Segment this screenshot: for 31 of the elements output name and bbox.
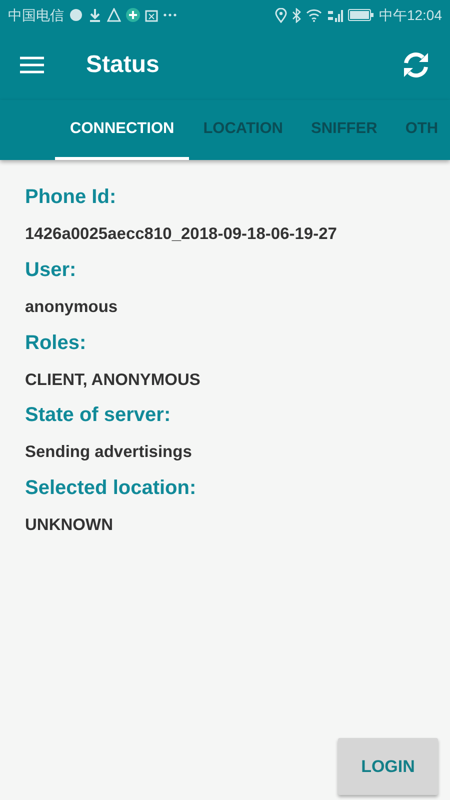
- field-value: anonymous: [25, 296, 119, 318]
- field-value: CLIENT, ANONYMOUS: [25, 370, 202, 390]
- refresh-button[interactable]: [402, 51, 430, 79]
- download-icon: [88, 8, 102, 22]
- field-value: Sending advertisings: [25, 442, 193, 464]
- wifi-icon: [306, 8, 322, 22]
- field-label: User:: [25, 258, 78, 283]
- tab[interactable]: LOCATION: [189, 100, 297, 160]
- location-icon: [274, 8, 287, 22]
- login-button[interactable]: LOGIN: [338, 738, 438, 795]
- record-icon: [69, 8, 83, 22]
- field-label: State of server:: [25, 403, 172, 428]
- field-label: Selected location:: [25, 476, 198, 501]
- field-value: 1426a0025aecc810_2018-09-18-06-19-27: [25, 224, 338, 245]
- tab[interactable]: OTH: [391, 100, 450, 160]
- clock: 中午12:04: [378, 6, 442, 24]
- carrier-name: 中国电信: [8, 6, 64, 24]
- warning-icon: [107, 8, 121, 22]
- signal-icon: [326, 8, 343, 22]
- menu-icon: [20, 56, 44, 74]
- tab[interactable]: SNIFFER: [297, 100, 392, 160]
- battery-icon: [348, 9, 374, 21]
- screen-title: Status: [86, 50, 160, 80]
- tab[interactable]: CONNECTION: [55, 100, 190, 160]
- plus-icon: [126, 8, 140, 22]
- field-label: Phone Id:: [25, 185, 118, 210]
- field-label: Roles:: [25, 330, 88, 356]
- refresh-icon: [402, 51, 430, 79]
- more-icon: [163, 13, 177, 17]
- bluetooth-icon: [292, 8, 301, 22]
- field-value: UNKNOWN: [25, 515, 114, 536]
